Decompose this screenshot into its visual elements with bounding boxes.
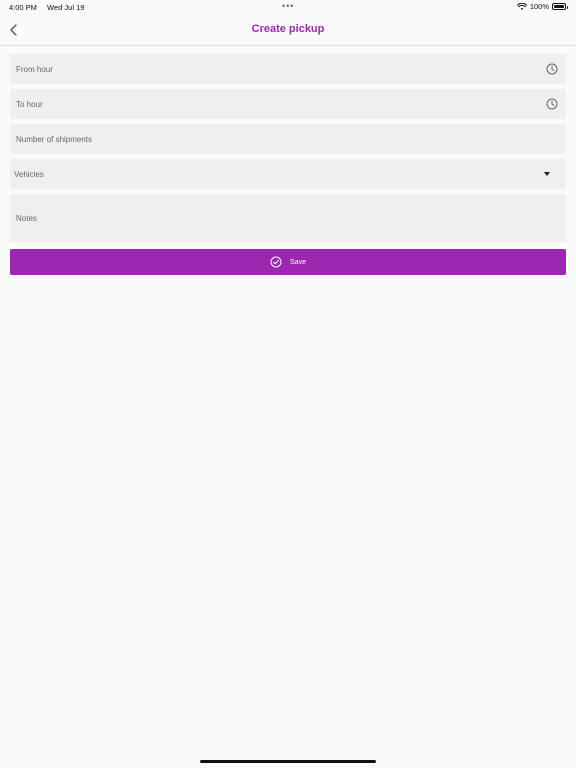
battery-fill xyxy=(554,5,564,8)
pickup-form: From hour To hour Number of shipments Ve… xyxy=(10,54,566,247)
battery-percent: 100% xyxy=(529,2,549,11)
clock-icon[interactable] xyxy=(546,98,558,110)
to-hour-field[interactable]: To hour xyxy=(10,89,566,119)
vehicles-label: Vehicles xyxy=(14,170,44,179)
check-circle-icon xyxy=(270,256,282,268)
shipments-label: Number of shipments xyxy=(16,135,93,144)
from-hour-label: From hour xyxy=(16,65,53,74)
notes-field[interactable]: Notes xyxy=(10,194,566,242)
notes-label: Notes xyxy=(16,214,37,223)
shipments-field[interactable]: Number of shipments xyxy=(10,124,566,154)
wifi-icon xyxy=(516,2,527,10)
home-indicator[interactable] xyxy=(200,760,376,763)
status-time: 4:00 PM xyxy=(9,3,37,12)
status-right: 100% xyxy=(516,2,568,11)
status-bar: 4:00 PM Wed Jul 19 ••• 100% xyxy=(0,0,576,14)
multitasking-dots[interactable]: ••• xyxy=(282,2,294,11)
header: Create pickup xyxy=(0,14,576,46)
vehicles-select[interactable]: Vehicles xyxy=(10,159,566,189)
status-left: 4:00 PM Wed Jul 19 xyxy=(9,3,84,12)
clock-icon[interactable] xyxy=(546,63,558,75)
from-hour-field[interactable]: From hour xyxy=(10,54,566,84)
battery-icon xyxy=(552,3,568,10)
page-title: Create pickup xyxy=(251,23,325,35)
status-date: Wed Jul 19 xyxy=(47,3,85,12)
to-hour-label: To hour xyxy=(16,100,43,109)
caret-down-icon xyxy=(544,172,550,176)
save-label: Save xyxy=(290,258,306,266)
screen: 4:00 PM Wed Jul 19 ••• 100% Create picku… xyxy=(0,0,576,768)
save-button[interactable]: Save xyxy=(10,249,566,275)
